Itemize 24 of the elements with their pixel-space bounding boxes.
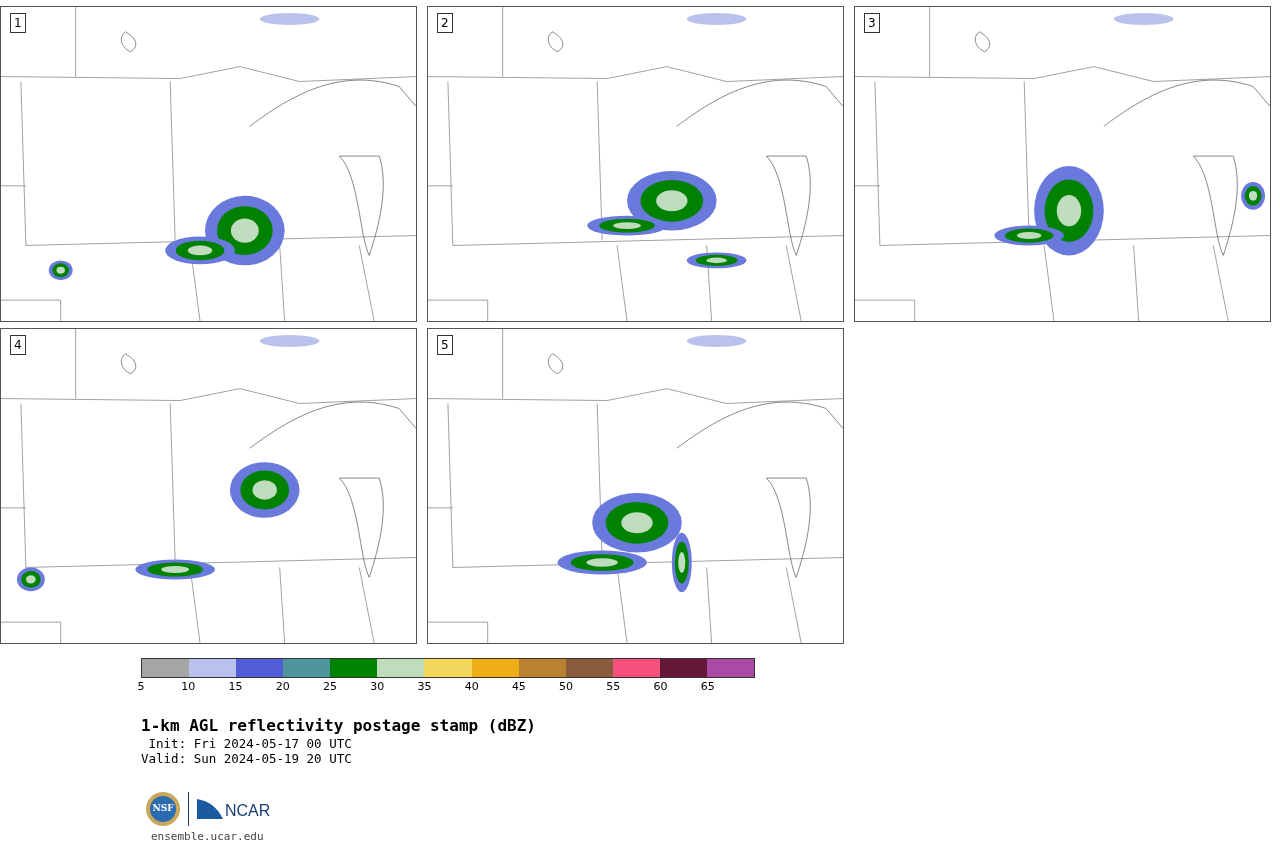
panel-number: 4 <box>10 335 26 355</box>
valid-time: Valid: Sun 2024-05-19 20 UTC <box>141 751 352 766</box>
colorbar-tick-label: 65 <box>700 680 715 693</box>
chart-title: 1-km AGL reflectivity postage stamp (dBZ) <box>141 716 536 736</box>
panel-number: 1 <box>10 13 26 33</box>
colorbar-tick-label: 5 <box>137 680 145 693</box>
colorbar-tick-label: 20 <box>275 680 290 693</box>
panel-number: 5 <box>437 335 453 355</box>
panel-number: 3 <box>864 13 880 33</box>
colorbar-tick-label: 45 <box>511 680 526 693</box>
colorbar-tick-label: 35 <box>417 680 432 693</box>
panel-number: 2 <box>437 13 453 33</box>
colorbar-tick-label: 60 <box>653 680 668 693</box>
colorbar-tick-label: 40 <box>464 680 479 693</box>
colorbar-tick-label: 25 <box>322 680 337 693</box>
colorbar-tick-label: 15 <box>228 680 243 693</box>
colorbar-tick-label: 30 <box>370 680 385 693</box>
colorbar-tick-label: 55 <box>606 680 621 693</box>
website-url: ensemble.ucar.edu <box>151 830 265 843</box>
init-time: Init: Fri 2024-05-17 00 UTC <box>147 736 352 751</box>
colorbar-tick-label: 50 <box>559 680 574 693</box>
colorbar-tick-label: 10 <box>181 680 196 693</box>
nsf-logo: NSF <box>146 792 180 826</box>
ncar-logo: NCAR <box>197 799 271 819</box>
